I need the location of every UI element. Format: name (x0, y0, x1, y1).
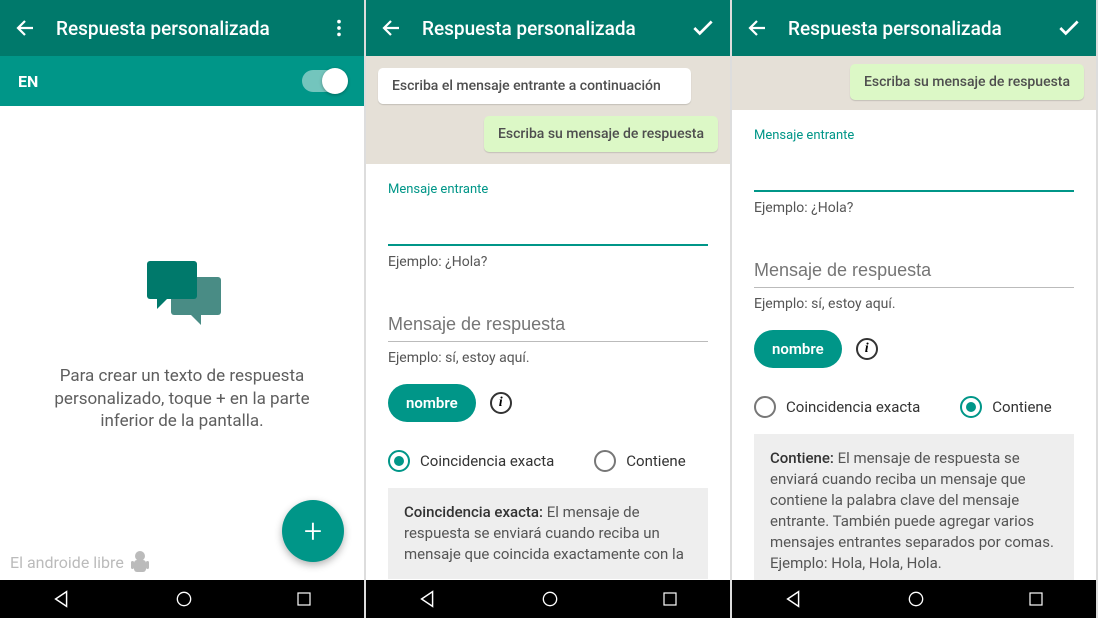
confirm-check-icon[interactable] (690, 15, 716, 41)
incoming-input[interactable] (754, 159, 1074, 192)
radio-icon (594, 450, 616, 472)
nav-home-icon[interactable] (174, 589, 194, 609)
app-bar: Respuesta personalizada (0, 0, 364, 56)
app-bar: Respuesta personalizada (732, 0, 1096, 56)
add-fab[interactable]: + (282, 500, 344, 562)
nav-back-icon[interactable] (417, 588, 439, 610)
screen-edit-exact: Respuesta personalizada Escriba el mensa… (366, 0, 732, 618)
back-arrow-icon[interactable] (746, 16, 770, 40)
incoming-bubble: Escriba el mensaje entrante a continuaci… (378, 68, 691, 104)
radio-contains[interactable]: Contiene (960, 396, 1051, 418)
incoming-input[interactable] (388, 213, 708, 246)
chat-preview: Escriba su mensaje de respuesta (732, 56, 1096, 110)
reply-input[interactable] (754, 256, 1074, 288)
android-navbar (366, 580, 730, 618)
radio-icon (754, 396, 776, 418)
watermark: El androide libre (10, 548, 152, 576)
outgoing-bubble: Escriba su mensaje de respuesta (484, 116, 718, 152)
radio-icon (388, 450, 410, 472)
nav-recent-icon[interactable] (661, 590, 679, 608)
reply-form: Mensaje entrante Ejemplo: ¿Hola? Ejemplo… (366, 164, 730, 580)
match-mode-radio-group: Coincidencia exacta Contiene (754, 392, 1074, 434)
radio-icon (960, 396, 982, 418)
empty-state-text: Para crear un texto de respuesta persona… (34, 365, 330, 434)
name-chip[interactable]: nombre (388, 384, 476, 422)
app-bar: Respuesta personalizada (366, 0, 730, 56)
page-title: Respuesta personalizada (422, 17, 672, 40)
page-title: Respuesta personalizada (56, 17, 310, 40)
radio-exact[interactable]: Coincidencia exacta (754, 396, 920, 418)
incoming-example: Ejemplo: ¿Hola? (754, 200, 1074, 216)
name-chip[interactable]: nombre (754, 330, 842, 368)
radio-exact[interactable]: Coincidencia exacta (388, 450, 554, 472)
info-icon[interactable]: i (490, 392, 512, 414)
info-icon[interactable]: i (856, 338, 878, 360)
language-code[interactable]: EN (18, 72, 38, 91)
language-bar: EN (0, 56, 364, 106)
nav-back-icon[interactable] (783, 588, 805, 610)
nav-recent-icon[interactable] (295, 590, 313, 608)
page-title: Respuesta personalizada (788, 17, 1038, 40)
screen-edit-contains: Respuesta personalizada Escriba su mensa… (732, 0, 1098, 618)
nav-back-icon[interactable] (51, 588, 73, 610)
confirm-check-icon[interactable] (1056, 15, 1082, 41)
incoming-label: Mensaje entrante (388, 182, 708, 197)
reply-example: Ejemplo: sí, estoy aquí. (388, 350, 708, 366)
radio-contains[interactable]: Contiene (594, 450, 685, 472)
back-arrow-icon[interactable] (14, 16, 38, 40)
chat-preview: Escriba el mensaje entrante a continuaci… (366, 56, 730, 164)
match-mode-info: Coincidencia exacta: El mensaje de respu… (388, 488, 708, 579)
android-navbar (0, 580, 364, 618)
language-toggle[interactable] (302, 70, 346, 92)
nav-recent-icon[interactable] (1027, 590, 1045, 608)
chat-bubbles-icon (137, 253, 227, 337)
match-mode-info: Contiene: El mensaje de respuesta se env… (754, 434, 1074, 580)
android-navbar (732, 580, 1096, 618)
incoming-label: Mensaje entrante (754, 128, 1074, 143)
reply-input[interactable] (388, 310, 708, 342)
outgoing-bubble: Escriba su mensaje de respuesta (850, 64, 1084, 100)
back-arrow-icon[interactable] (380, 16, 404, 40)
incoming-example: Ejemplo: ¿Hola? (388, 254, 708, 270)
nav-home-icon[interactable] (906, 589, 926, 609)
more-vert-icon[interactable] (328, 17, 350, 39)
nav-home-icon[interactable] (540, 589, 560, 609)
screen-empty-state: Respuesta personalizada EN Para crear un… (0, 0, 366, 618)
match-mode-radio-group: Coincidencia exacta Contiene (388, 446, 708, 488)
reply-form: Mensaje entrante Ejemplo: ¿Hola? Ejemplo… (732, 110, 1096, 580)
reply-example: Ejemplo: sí, estoy aquí. (754, 296, 1074, 312)
